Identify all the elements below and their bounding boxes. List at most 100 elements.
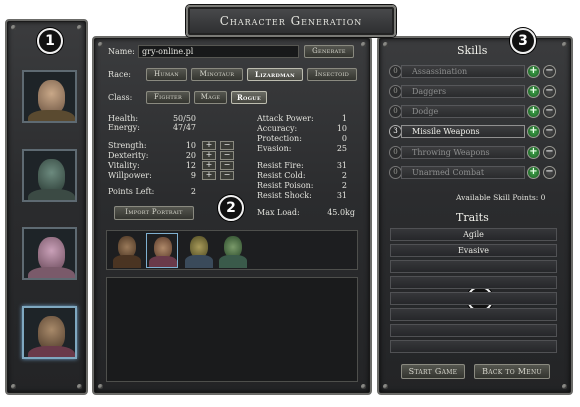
points-left-label: Points Left: bbox=[108, 187, 155, 196]
skills-heading: Skills bbox=[457, 44, 488, 57]
trait-row[interactable] bbox=[390, 276, 557, 289]
evasion-label: Evasion: bbox=[257, 144, 292, 153]
skill-minus-icon[interactable]: − bbox=[543, 146, 556, 159]
class-rogue-button[interactable]: Rogue bbox=[231, 91, 267, 104]
willpower-minus-button[interactable]: − bbox=[220, 171, 234, 180]
callout-badge-2: 2 bbox=[218, 195, 244, 221]
willpower-label: Willpower: bbox=[108, 171, 152, 180]
skill-name: Assassination bbox=[401, 65, 525, 78]
start-game-button[interactable]: Start Game bbox=[401, 364, 465, 379]
skill-row-missile-weapons: 3 Missile Weapons + − bbox=[389, 124, 557, 139]
skill-minus-icon[interactable]: − bbox=[543, 125, 556, 138]
vitality-plus-button[interactable]: + bbox=[202, 161, 216, 170]
dexterity-value: 20 bbox=[185, 151, 196, 160]
skill-row-unarmed-combat: 0 Unarmed Combat + − bbox=[389, 165, 557, 180]
dexterity-label: Dexterity: bbox=[108, 151, 149, 160]
race-human-button[interactable]: Human bbox=[146, 68, 187, 81]
skill-plus-icon[interactable]: + bbox=[527, 146, 540, 159]
race-label: Race: bbox=[108, 70, 131, 79]
energy-value: 47/47 bbox=[172, 123, 196, 132]
generate-name-button[interactable]: Generate bbox=[304, 45, 354, 58]
available-skill-points: Available Skill Points: 0 bbox=[456, 193, 546, 202]
skill-minus-icon[interactable]: − bbox=[543, 65, 556, 78]
lizard-portrait-option-4[interactable] bbox=[217, 233, 249, 268]
strength-plus-button[interactable]: + bbox=[202, 141, 216, 150]
vitality-minus-button[interactable]: − bbox=[220, 161, 234, 170]
skill-name: Throwing Weapons bbox=[401, 146, 525, 159]
trait-row[interactable] bbox=[390, 324, 557, 337]
portrait-human[interactable] bbox=[22, 70, 77, 123]
protection-value: 0 bbox=[341, 134, 347, 143]
resist-shock-label: Resist Shock: bbox=[257, 191, 312, 200]
callout-badge-1: 1 bbox=[37, 28, 63, 54]
dexterity-minus-button[interactable]: − bbox=[220, 151, 234, 160]
trait-row[interactable] bbox=[390, 292, 557, 305]
portrait-minotaur[interactable] bbox=[22, 149, 77, 202]
resist-shock-value: 31 bbox=[336, 191, 347, 200]
skill-plus-icon[interactable]: + bbox=[527, 65, 540, 78]
class-fighter-button[interactable]: Fighter bbox=[146, 91, 190, 104]
trait-row[interactable] bbox=[390, 260, 557, 273]
trait-row[interactable] bbox=[390, 340, 557, 353]
lizard-portrait-option-1[interactable] bbox=[111, 233, 143, 268]
skill-name: Dodge bbox=[401, 105, 525, 118]
skill-plus-icon[interactable]: + bbox=[527, 125, 540, 138]
portrait-lizardman[interactable] bbox=[22, 306, 77, 359]
race-minotaur-button[interactable]: Minotaur bbox=[191, 68, 243, 81]
willpower-value: 9 bbox=[190, 171, 196, 180]
willpower-plus-button[interactable]: + bbox=[202, 171, 216, 180]
back-to-menu-button[interactable]: Back to Menu bbox=[474, 364, 550, 379]
strength-value: 10 bbox=[185, 141, 196, 150]
skill-row-assassination: 0 Assassination + − bbox=[389, 64, 557, 79]
skill-row-daggers: 0 Daggers + − bbox=[389, 84, 557, 99]
health-label: Health: bbox=[108, 114, 139, 123]
attack-power-label: Attack Power: bbox=[257, 114, 314, 123]
lizard-portrait-option-2[interactable] bbox=[146, 233, 178, 268]
evasion-value: 25 bbox=[336, 144, 347, 153]
skill-plus-icon[interactable]: + bbox=[527, 105, 540, 118]
strength-minus-button[interactable]: − bbox=[220, 141, 234, 150]
skill-minus-icon[interactable]: − bbox=[543, 166, 556, 179]
attack-power-value: 1 bbox=[341, 114, 347, 123]
traits-heading: Traits bbox=[456, 211, 489, 224]
resist-fire-value: 31 bbox=[336, 161, 347, 170]
class-mage-button[interactable]: Mage bbox=[194, 91, 227, 104]
skill-name: Daggers bbox=[401, 85, 525, 98]
resist-fire-label: Resist Fire: bbox=[257, 161, 304, 170]
import-portrait-button[interactable]: Import Portrait bbox=[114, 206, 194, 220]
skill-name: Missile Weapons bbox=[401, 125, 525, 138]
trait-row[interactable]: Evasive bbox=[390, 244, 557, 257]
accuracy-value: 10 bbox=[336, 124, 347, 133]
name-label: Name: bbox=[108, 47, 135, 56]
skill-name: Unarmed Combat bbox=[401, 166, 525, 179]
points-left-value: 2 bbox=[190, 187, 196, 196]
race-lizardman-button[interactable]: Lizardman bbox=[247, 68, 303, 81]
health-value: 50/50 bbox=[172, 114, 196, 123]
portrait-picker-strip bbox=[106, 230, 358, 270]
skill-plus-icon[interactable]: + bbox=[527, 166, 540, 179]
skill-plus-icon[interactable]: + bbox=[527, 85, 540, 98]
trait-row[interactable] bbox=[390, 308, 557, 321]
skill-row-dodge: 0 Dodge + − bbox=[389, 104, 557, 119]
description-box bbox=[106, 277, 358, 382]
max-load-value: 45.0kg bbox=[327, 208, 355, 217]
skill-minus-icon[interactable]: − bbox=[543, 85, 556, 98]
dexterity-plus-button[interactable]: + bbox=[202, 151, 216, 160]
protection-label: Protection: bbox=[257, 134, 302, 143]
callout-badge-3: 3 bbox=[510, 28, 536, 54]
energy-label: Energy: bbox=[108, 123, 140, 132]
skill-minus-icon[interactable]: − bbox=[543, 105, 556, 118]
resist-cold-value: 2 bbox=[341, 171, 347, 180]
lizard-portrait-option-3[interactable] bbox=[183, 233, 215, 268]
vitality-value: 12 bbox=[185, 161, 196, 170]
resist-poison-value: 2 bbox=[341, 181, 347, 190]
portrait-insectoid[interactable] bbox=[22, 227, 77, 280]
trait-row[interactable]: Agile bbox=[390, 228, 557, 241]
name-input[interactable]: gry-online.pl bbox=[138, 45, 299, 58]
class-label: Class: bbox=[108, 93, 133, 102]
resist-poison-label: Resist Poison: bbox=[257, 181, 314, 190]
vitality-label: Vitality: bbox=[108, 161, 140, 170]
race-insectoid-button[interactable]: Insectoid bbox=[307, 68, 357, 81]
character-generation-screen: Character Generation 1 2 3 4 Name: gry-o… bbox=[0, 0, 580, 407]
skill-row-throwing-weapons: 0 Throwing Weapons + − bbox=[389, 145, 557, 160]
